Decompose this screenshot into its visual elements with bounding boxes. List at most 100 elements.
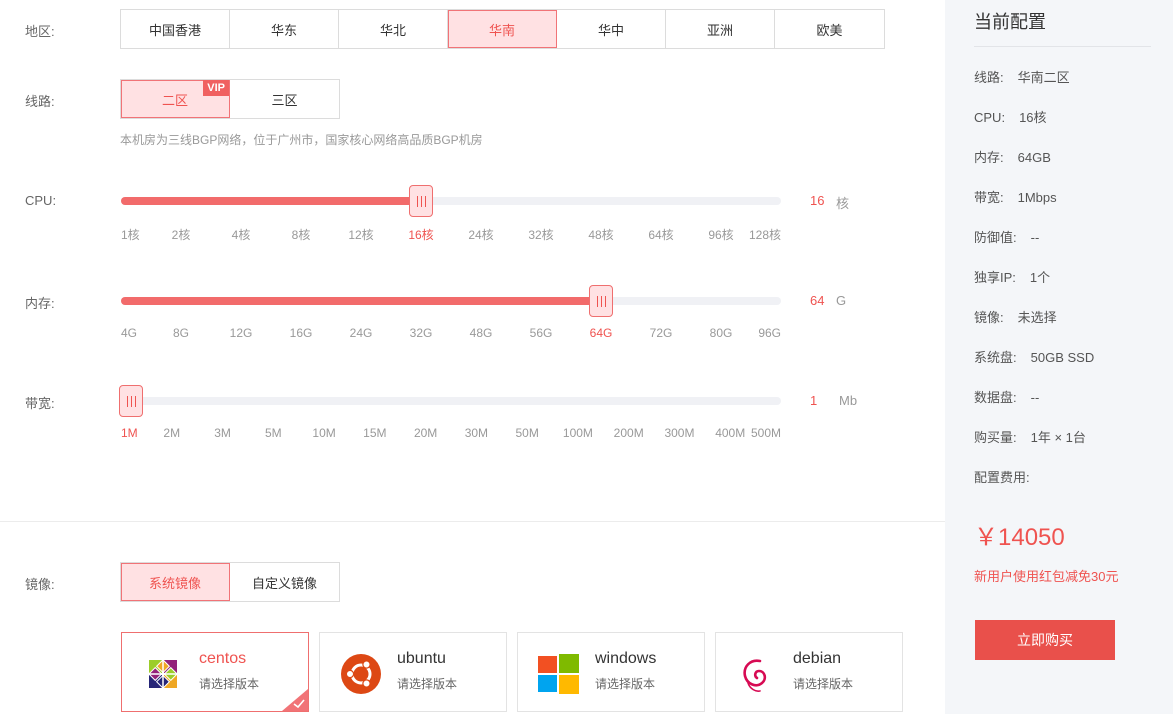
os-card-debian[interactable]: debian 请选择版本 xyxy=(715,632,903,712)
line-option-zone2[interactable]: 二区 VIP xyxy=(121,80,230,118)
os-card-ubuntu[interactable]: ubuntu 请选择版本 xyxy=(319,632,507,712)
spec-row: 独享IP: 1个 xyxy=(974,267,1050,286)
bandwidth-tick-label[interactable]: 3M xyxy=(214,426,231,440)
region-selector: 中国香港 华东 华北 华南 华中 亚洲 欧美 xyxy=(120,9,885,49)
summary-sidebar: 当前配置 线路: 华南二区 CPU: 16核 内存: 64GB 带宽: 1Mbps 防御值: --… xyxy=(945,0,1173,714)
memory-tick-label[interactable]: 80G xyxy=(710,326,733,340)
spec-row: 镜像: 未选择 xyxy=(974,307,1057,326)
bandwidth-tick-label[interactable]: 1M xyxy=(121,426,138,440)
cpu-tick-label[interactable]: 2核 xyxy=(172,226,191,243)
memory-slider-handle[interactable] xyxy=(589,285,613,317)
summary-title: 当前配置 xyxy=(974,12,1046,32)
memory-tick-label[interactable]: 96G xyxy=(758,326,781,340)
vip-badge: VIP xyxy=(203,80,229,96)
spec-value: 华南二区 xyxy=(1017,70,1070,85)
os-version-centos: 请选择版本 xyxy=(199,677,260,691)
tab-custom-image[interactable]: 自定义镜像 xyxy=(230,563,339,601)
cpu-tick-label[interactable]: 4核 xyxy=(232,226,251,243)
memory-tick-label[interactable]: 16G xyxy=(290,326,313,340)
spec-value: 50GB SSD xyxy=(1030,350,1095,365)
memory-unit: G xyxy=(836,293,847,308)
bandwidth-tick-label[interactable]: 300M xyxy=(664,426,694,440)
bandwidth-tick-label[interactable]: 15M xyxy=(363,426,386,440)
cpu-tick-label[interactable]: 32核 xyxy=(528,226,553,243)
bandwidth-tick-label[interactable]: 100M xyxy=(563,426,593,440)
cpu-tick-label[interactable]: 12核 xyxy=(348,226,373,243)
line-option-zone3[interactable]: 三区 xyxy=(230,80,339,118)
spec-row: 带宽: 1Mbps xyxy=(974,187,1057,206)
os-version-ubuntu: 请选择版本 xyxy=(397,677,458,691)
bandwidth-slider-handle[interactable] xyxy=(119,385,143,417)
spec-value: 16核 xyxy=(1019,110,1047,125)
os-version-debian: 请选择版本 xyxy=(793,677,854,691)
spec-value: 64GB xyxy=(1017,150,1051,165)
region-label: 地区: xyxy=(25,24,55,39)
ubuntu-logo-icon xyxy=(341,654,381,694)
cpu-tick-label[interactable]: 16核 xyxy=(408,226,433,243)
bandwidth-tick-label[interactable]: 200M xyxy=(614,426,644,440)
buy-now-button[interactable]: 立即购买 xyxy=(975,620,1115,660)
bandwidth-tick-label[interactable]: 20M xyxy=(414,426,437,440)
region-option-asia[interactable]: 亚洲 xyxy=(666,10,775,48)
check-corner-icon xyxy=(282,689,308,711)
grip-icon xyxy=(416,195,426,207)
promo-text: 新用户使用红包减免30元 xyxy=(974,569,1119,584)
memory-tick-label[interactable]: 4G xyxy=(121,326,137,340)
bandwidth-tick-label[interactable]: 10M xyxy=(312,426,335,440)
bandwidth-tick-label[interactable]: 2M xyxy=(163,426,180,440)
total-price: ￥14050 xyxy=(974,524,1065,551)
bandwidth-tick-label[interactable]: 30M xyxy=(465,426,488,440)
region-option-hk[interactable]: 中国香港 xyxy=(121,10,230,48)
image-label: 镜像: xyxy=(25,577,55,592)
cpu-slider-fill xyxy=(121,197,421,205)
line-note: 本机房为三线BGP网络，位于广州市，国家核心网络高品质BGP机房 xyxy=(120,133,483,147)
debian-logo-icon xyxy=(743,659,767,692)
bandwidth-tick-label[interactable]: 500M xyxy=(751,426,781,440)
memory-tick-label[interactable]: 48G xyxy=(470,326,493,340)
bandwidth-tick-label[interactable]: 400M xyxy=(715,426,745,440)
spec-row: 数据盘: -- xyxy=(974,387,1039,406)
tab-system-image[interactable]: 系统镜像 xyxy=(121,563,230,601)
os-name-centos: centos xyxy=(199,650,247,667)
grip-icon xyxy=(126,395,136,407)
spec-row: 配置费用: xyxy=(974,467,1044,486)
memory-tick-label[interactable]: 8G xyxy=(173,326,189,340)
spec-key: 数据盘: xyxy=(974,390,1017,405)
spec-value: -- xyxy=(1030,390,1040,405)
line-label: 线路: xyxy=(25,94,55,109)
spec-row: 内存: 64GB xyxy=(974,147,1051,166)
cpu-tick-label[interactable]: 1核 xyxy=(121,226,140,243)
cpu-value: 16 xyxy=(810,193,825,208)
os-card-centos[interactable]: centos 请选择版本 xyxy=(121,632,309,712)
memory-tick-label[interactable]: 72G xyxy=(650,326,673,340)
cpu-tick-label[interactable]: 128核 xyxy=(749,226,781,243)
cpu-slider-track[interactable] xyxy=(121,185,781,217)
os-name-debian: debian xyxy=(793,650,842,667)
memory-ticks: 4G 8G 12G 16G 24G 32G 48G 56G 64G 72G 80G 96G xyxy=(121,326,781,340)
cpu-tick-label[interactable]: 64核 xyxy=(648,226,673,243)
region-option-central[interactable]: 华中 xyxy=(557,10,666,48)
bandwidth-slider-track[interactable] xyxy=(119,385,781,417)
bandwidth-tick-label[interactable]: 50M xyxy=(515,426,538,440)
os-card-windows[interactable]: windows 请选择版本 xyxy=(517,632,705,712)
region-option-south[interactable]: 华南 xyxy=(448,10,557,48)
bandwidth-tick-label[interactable]: 5M xyxy=(265,426,282,440)
memory-tick-label[interactable]: 64G xyxy=(590,326,613,340)
cpu-slider-handle[interactable] xyxy=(409,185,433,217)
bandwidth-label: 带宽: xyxy=(25,396,55,411)
memory-tick-label[interactable]: 12G xyxy=(230,326,253,340)
cpu-tick-label[interactable]: 8核 xyxy=(292,226,311,243)
region-option-east[interactable]: 华东 xyxy=(230,10,339,48)
region-option-north[interactable]: 华北 xyxy=(339,10,448,48)
cpu-tick-label[interactable]: 24核 xyxy=(468,226,493,243)
spec-row: 购买量: 1年 × 1台 xyxy=(974,427,1086,446)
memory-tick-label[interactable]: 32G xyxy=(410,326,433,340)
cpu-tick-label[interactable]: 48核 xyxy=(588,226,613,243)
memory-tick-label[interactable]: 56G xyxy=(530,326,553,340)
bandwidth-unit: Mb xyxy=(839,393,858,408)
cpu-tick-label[interactable]: 96核 xyxy=(708,226,733,243)
region-option-euam[interactable]: 欧美 xyxy=(775,10,884,48)
memory-slider-track[interactable] xyxy=(121,285,781,317)
spec-key: 镜像: xyxy=(974,310,1004,325)
memory-tick-label[interactable]: 24G xyxy=(350,326,373,340)
